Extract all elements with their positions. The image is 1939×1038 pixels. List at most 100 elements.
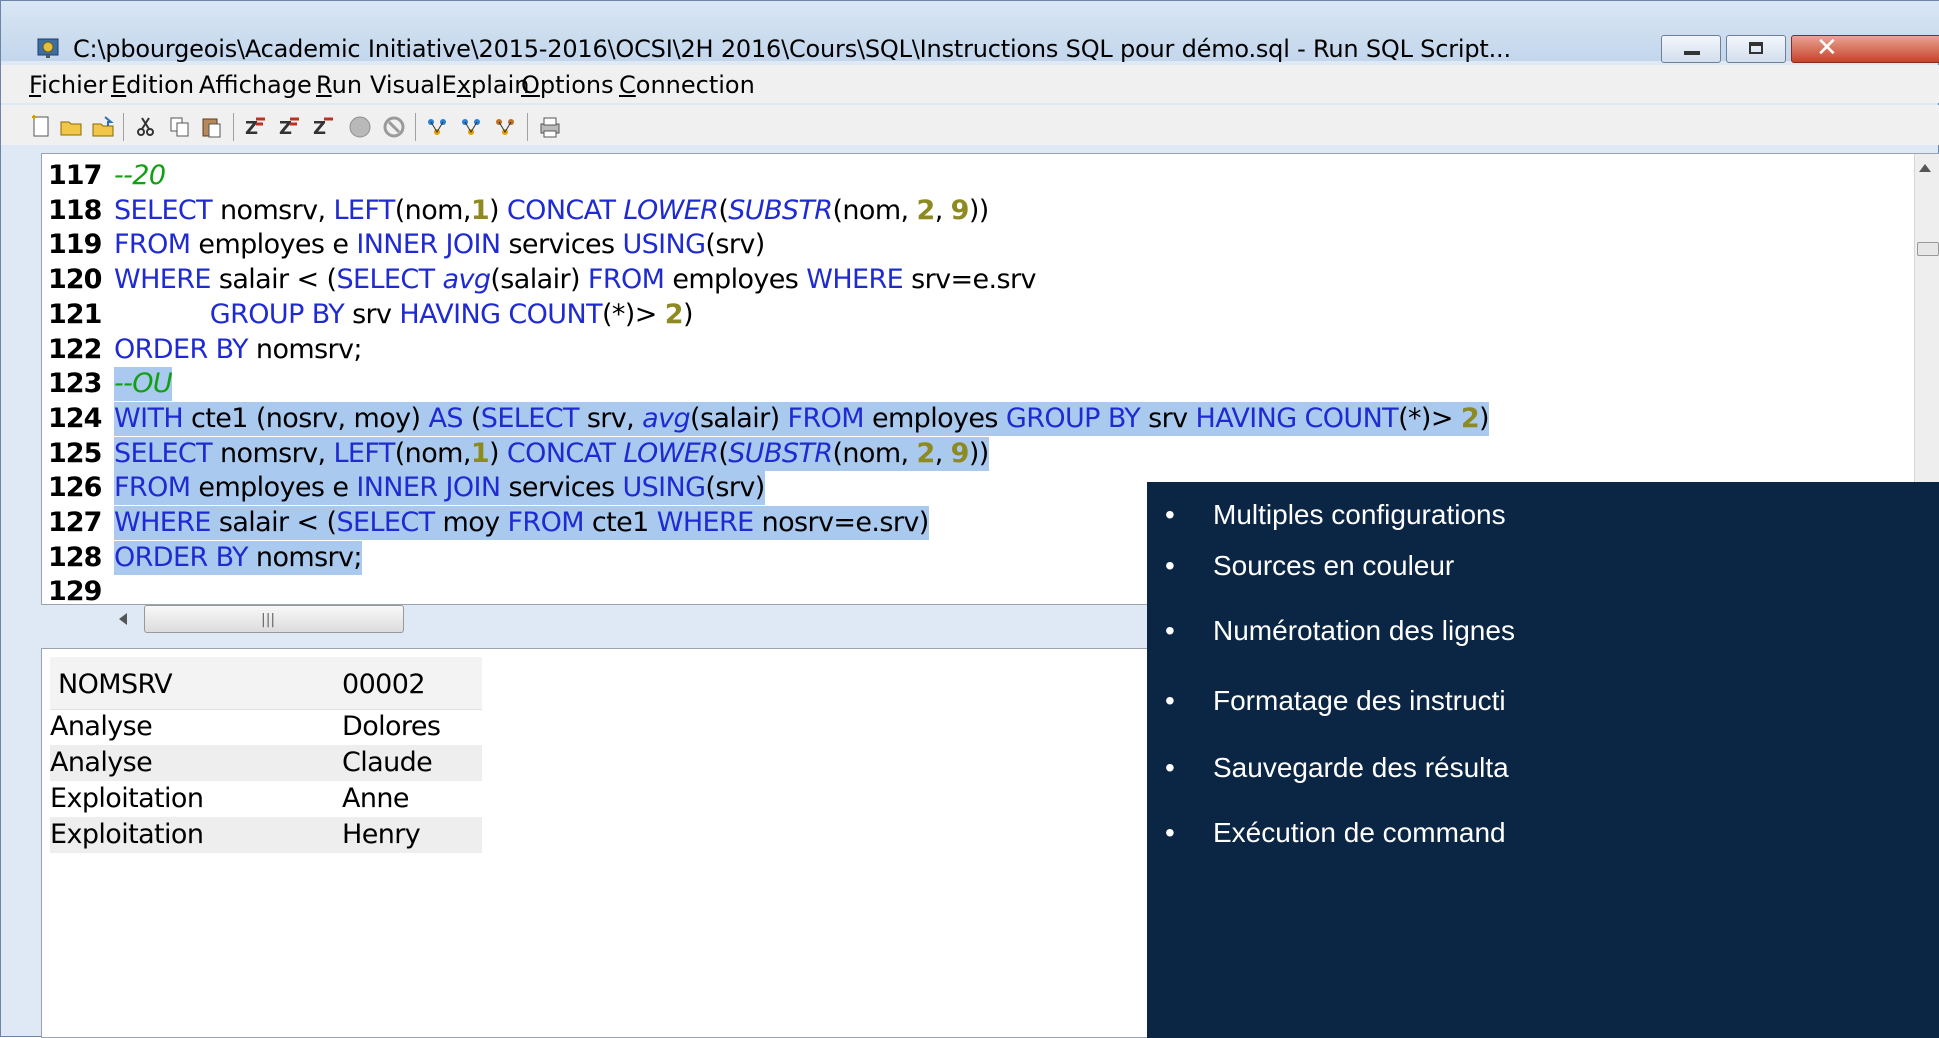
vertical-scroll-thumb[interactable] xyxy=(1917,242,1939,256)
code-token: ( xyxy=(718,194,729,226)
code-token: CONCAT xyxy=(506,437,616,469)
menu-fichier-rest: ichier xyxy=(41,71,108,99)
maximize-button[interactable] xyxy=(1726,35,1786,63)
save-file-icon[interactable] xyxy=(91,114,117,140)
cut-icon[interactable] xyxy=(133,114,159,140)
code-token: , xyxy=(934,194,951,226)
menu-affichage-start: Af xyxy=(199,71,239,99)
menu-connection[interactable]: Connection xyxy=(619,71,755,99)
line-number: 121 xyxy=(48,298,102,330)
table-cell[interactable]: Analyse xyxy=(50,709,153,745)
print-icon[interactable] xyxy=(537,114,563,140)
close-button[interactable]: ✕ xyxy=(1791,33,1939,63)
scroll-up-arrow-icon[interactable] xyxy=(1919,164,1931,172)
menu-options-mnemonic: O xyxy=(521,71,540,99)
close-icon: ✕ xyxy=(1816,33,1838,63)
code-token: --20 xyxy=(114,160,166,191)
scroll-left-arrow-icon[interactable] xyxy=(119,613,127,625)
code-token: FROM xyxy=(507,507,584,538)
table-cell[interactable]: Dolores xyxy=(342,709,441,745)
feature-bullet: • Multiples configurations xyxy=(1165,499,1506,531)
code-token: 1 xyxy=(470,194,490,226)
code-token: (salair) xyxy=(490,264,588,296)
run-and-explain-icon[interactable] xyxy=(459,114,485,140)
code-token: 2 xyxy=(916,437,936,469)
code-line[interactable]: 128 ORDER BY nomsrv; xyxy=(42,540,362,575)
code-token: nomsrv, xyxy=(212,437,334,469)
code-token: srv, xyxy=(578,402,643,434)
open-file-icon[interactable] xyxy=(59,114,85,140)
menu-run[interactable]: Run xyxy=(316,71,362,99)
code-text: WHERE salair < (SELECT avg(salair) FROM … xyxy=(114,263,1036,297)
feature-bullet-text: Sauvegarde des résulta xyxy=(1213,752,1509,783)
table-cell[interactable]: Henry xyxy=(342,817,421,853)
code-token: 9 xyxy=(950,437,970,469)
code-line[interactable]: 127 WHERE salair < (SELECT moy FROM cte1 … xyxy=(42,506,929,540)
menu-run-rest: un xyxy=(331,71,363,99)
app-icon xyxy=(37,38,59,58)
code-token: SELECT xyxy=(336,507,435,538)
bullet-icon: • xyxy=(1165,550,1175,581)
code-token: WHERE xyxy=(114,264,211,296)
code-line[interactable]: 120 WHERE salair < (SELECT avg(salair) FR… xyxy=(42,263,1036,297)
code-token: nosrv=e.srv) xyxy=(753,507,930,538)
code-token: employes xyxy=(664,264,807,296)
code-token: 1 xyxy=(470,437,490,469)
paste-icon[interactable] xyxy=(199,114,225,140)
run-selected-icon[interactable]: Z xyxy=(311,114,337,140)
column-header[interactable]: 00002 xyxy=(342,667,426,703)
code-line[interactable]: 123 --OU xyxy=(42,367,173,402)
table-cell[interactable]: Claude xyxy=(342,745,433,781)
explain-only-icon[interactable] xyxy=(493,114,519,140)
run-all-icon[interactable]: Z xyxy=(243,114,269,140)
code-line[interactable]: 122 ORDER BY nomsrv; xyxy=(42,333,363,367)
code-token: moy xyxy=(434,507,508,538)
code-token: USING xyxy=(622,472,706,504)
code-token: services xyxy=(500,472,623,504)
bullet-icon: • xyxy=(1165,499,1175,530)
explain-icon[interactable] xyxy=(425,114,451,140)
code-token: --OU xyxy=(114,368,173,400)
code-token: SELECT xyxy=(480,402,580,434)
table-cell[interactable]: Exploitation xyxy=(50,781,204,817)
bullet-icon: • xyxy=(1165,817,1175,848)
title-bar[interactable]: C:\pbourgeois\Academic Initiative\2015-2… xyxy=(1,1,1939,63)
code-line[interactable]: 125 SELECT nomsrv, LEFT(nom,1) CONCAT LOW… xyxy=(42,436,989,471)
window-title: C:\pbourgeois\Academic Initiative\2015-2… xyxy=(73,35,1511,63)
column-header[interactable]: NOMSRV xyxy=(58,667,173,703)
copy-icon[interactable] xyxy=(167,114,193,140)
code-token: srv xyxy=(1140,402,1196,434)
cancel-icon[interactable] xyxy=(381,114,407,140)
run-from-selected-icon[interactable]: Z xyxy=(277,114,303,140)
code-token: LEFT xyxy=(333,437,395,469)
menu-visualexplain[interactable]: VisualExplain xyxy=(370,71,530,99)
bullet-icon: • xyxy=(1165,615,1175,646)
feature-bullet-text: Multiples configurations xyxy=(1213,499,1506,530)
code-line[interactable]: 129 xyxy=(42,575,114,604)
code-text: FROM employes e INNER JOIN services USIN… xyxy=(114,228,765,262)
new-script-icon[interactable] xyxy=(29,114,55,140)
code-line[interactable]: 124 WITH cte1 (nosrv, moy) AS (SELECT srv… xyxy=(42,401,1490,436)
minimize-button[interactable] xyxy=(1661,35,1721,63)
code-text: SELECT nomsrv, LEFT(nom,1) CONCAT LOWER(… xyxy=(114,436,989,471)
stop-icon[interactable] xyxy=(347,114,373,140)
menu-edition[interactable]: Edition xyxy=(111,71,194,99)
code-line[interactable]: 118 SELECT nomsrv, LEFT(nom,1) CONCAT LOW… xyxy=(42,194,989,228)
code-line[interactable]: 126 FROM employes e INNER JOIN services U… xyxy=(42,471,765,506)
code-line[interactable]: 119 FROM employes e INNER JOIN services U… xyxy=(42,228,765,262)
feature-bullet: • Sauvegarde des résulta xyxy=(1165,752,1509,784)
table-cell[interactable]: Analyse xyxy=(50,745,153,781)
horizontal-scroll-thumb[interactable]: ||| xyxy=(144,605,404,633)
menu-options[interactable]: Options xyxy=(521,71,614,99)
code-line[interactable]: 121 GROUP BY srv HAVING COUNT(*)> 2) xyxy=(42,298,693,332)
menu-fichier[interactable]: Fichier xyxy=(29,71,107,99)
code-token: ( xyxy=(718,437,729,469)
table-cell[interactable]: Anne xyxy=(342,781,410,817)
code-line[interactable]: 117 --20 xyxy=(42,159,166,193)
table-cell[interactable]: Exploitation xyxy=(50,817,204,853)
menu-affichage[interactable]: Affichage xyxy=(199,71,312,99)
code-token: INNER JOIN xyxy=(356,472,501,504)
code-token: HAVING xyxy=(1195,402,1298,434)
code-token: )) xyxy=(968,437,989,469)
minimize-icon xyxy=(1684,51,1700,55)
